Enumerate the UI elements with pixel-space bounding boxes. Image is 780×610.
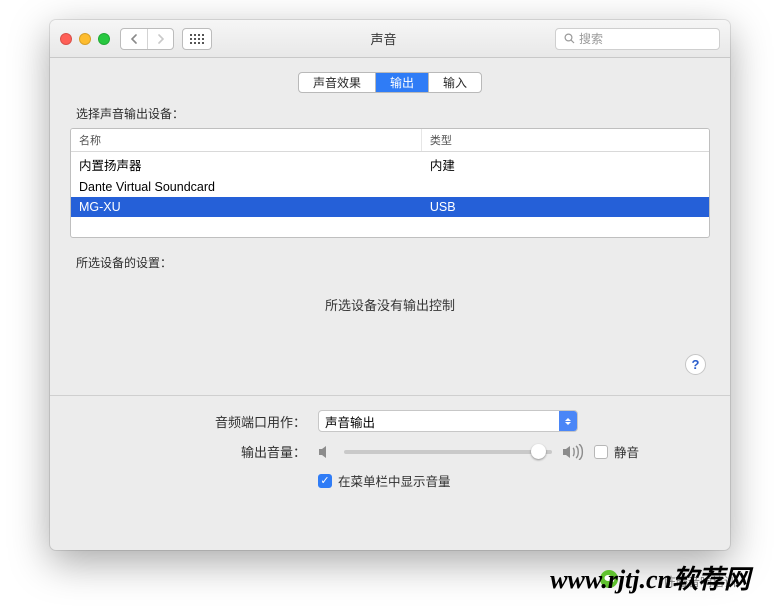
mute-label: 静音 bbox=[614, 442, 639, 461]
volume-high-icon bbox=[562, 444, 584, 460]
audio-port-row: 音频端口用作： 声音输出 bbox=[70, 410, 710, 432]
col-type[interactable]: 类型 bbox=[422, 129, 709, 151]
show-in-menubar-row: ✓ 在菜单栏中显示音量 bbox=[70, 471, 710, 490]
no-output-controls-text: 所选设备没有输出控制 bbox=[70, 295, 710, 314]
audio-port-select[interactable]: 声音输出 bbox=[318, 410, 578, 432]
tab-segmented-control: 声音效果 输出 输入 bbox=[298, 72, 482, 93]
preferences-window: 声音 搜索 声音效果 输出 输入 选择声音输出设备： 名称 类型 内置扬声器 内… bbox=[50, 20, 730, 550]
help-button[interactable]: ? bbox=[685, 354, 706, 375]
divider bbox=[50, 395, 730, 396]
device-table: 名称 类型 内置扬声器 内建 Dante Virtual Soundcard M… bbox=[70, 128, 710, 238]
menubar-checkbox[interactable]: ✓ bbox=[318, 474, 332, 488]
tab-sound-effects[interactable]: 声音效果 bbox=[299, 73, 375, 92]
slider-knob[interactable] bbox=[531, 444, 546, 459]
close-icon[interactable] bbox=[60, 33, 72, 45]
search-placeholder: 搜索 bbox=[579, 30, 603, 47]
window-title: 声音 bbox=[212, 29, 555, 48]
table-row[interactable]: MG-XU USB bbox=[71, 197, 709, 217]
content-area: 声音效果 输出 输入 选择声音输出设备： 名称 类型 内置扬声器 内建 Dant… bbox=[50, 58, 730, 516]
table-header: 名称 类型 bbox=[71, 129, 709, 152]
nav-back-forward bbox=[120, 28, 174, 50]
device-list-label: 选择声音输出设备： bbox=[76, 105, 710, 122]
titlebar: 声音 搜索 bbox=[50, 20, 730, 58]
search-input[interactable]: 搜索 bbox=[555, 28, 720, 50]
menubar-label: 在菜单栏中显示音量 bbox=[338, 471, 451, 490]
tab-input[interactable]: 输入 bbox=[428, 73, 481, 92]
back-button[interactable] bbox=[121, 29, 147, 49]
search-icon bbox=[564, 33, 575, 44]
tabs: 声音效果 输出 输入 bbox=[70, 72, 710, 93]
output-volume-label: 输出音量： bbox=[70, 442, 318, 461]
mute-checkbox-group[interactable]: 静音 bbox=[594, 442, 639, 461]
table-row-empty bbox=[71, 217, 709, 237]
watermark-text: www.rjtj.cn软荐网 bbox=[550, 559, 750, 596]
volume-low-icon bbox=[318, 445, 334, 459]
window-controls bbox=[60, 33, 110, 45]
mute-checkbox[interactable] bbox=[594, 445, 608, 459]
minimize-icon[interactable] bbox=[79, 33, 91, 45]
forward-button[interactable] bbox=[147, 29, 173, 49]
menubar-checkbox-group[interactable]: ✓ 在菜单栏中显示音量 bbox=[318, 471, 451, 490]
chevron-up-down-icon bbox=[559, 411, 577, 431]
audio-port-label: 音频端口用作： bbox=[70, 412, 318, 431]
tab-output[interactable]: 输出 bbox=[375, 73, 428, 92]
maximize-icon[interactable] bbox=[98, 33, 110, 45]
col-name[interactable]: 名称 bbox=[71, 129, 422, 151]
selected-device-settings-label: 所选设备的设置： bbox=[76, 254, 710, 271]
help-area: ? bbox=[70, 354, 706, 375]
output-volume-row: 输出音量： 静音 bbox=[70, 442, 710, 461]
table-row[interactable]: 内置扬声器 内建 bbox=[71, 152, 709, 177]
show-all-button[interactable] bbox=[182, 28, 212, 50]
volume-slider[interactable] bbox=[344, 450, 552, 454]
table-row[interactable]: Dante Virtual Soundcard bbox=[71, 177, 709, 197]
